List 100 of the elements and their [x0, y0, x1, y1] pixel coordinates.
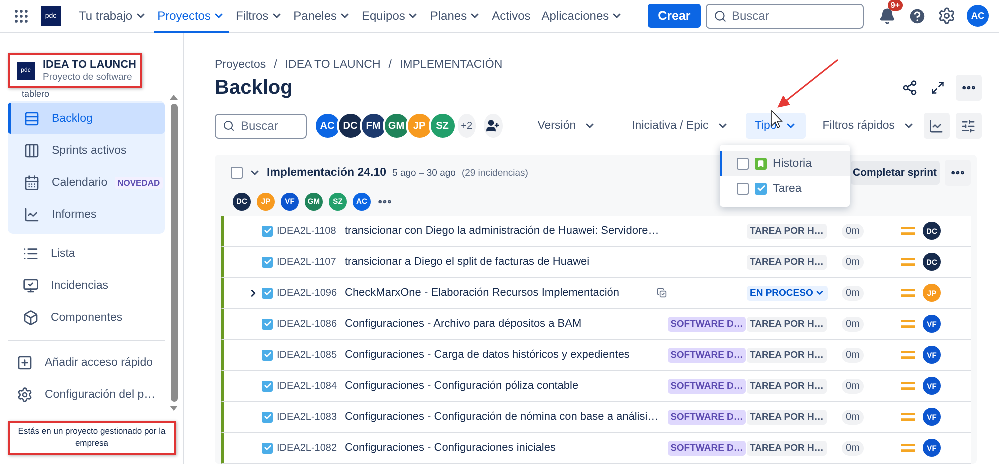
- issue-key[interactable]: IDEA2L-1096: [277, 288, 341, 298]
- status-lozenge[interactable]: TAREA POR H…: [747, 316, 827, 332]
- status-lozenge[interactable]: TAREA POR H…: [747, 440, 827, 456]
- estimate-badge: 0m: [842, 348, 864, 362]
- avatar-filter: DC: [338, 114, 363, 138]
- app-switcher-icon[interactable]: [13, 8, 30, 24]
- create-button[interactable]: Crear: [648, 4, 701, 28]
- avatar-filter: AC: [316, 114, 340, 138]
- issue-summary: Configuraciones - Configuración póliza contable: [345, 380, 580, 392]
- issue-key[interactable]: IDEA2L-1108: [277, 226, 341, 236]
- status-lozenge[interactable]: TAREA POR H…: [747, 224, 827, 238]
- line-chart-icon: [24, 206, 40, 222]
- search-icon: [223, 120, 235, 132]
- subtask-icon: [657, 287, 667, 299]
- nav-menu-item[interactable]: Equipos: [358, 0, 424, 32]
- nav-menu-item[interactable]: Aplicaciones: [538, 0, 628, 32]
- sidebar-item[interactable]: Sprints activos: [8, 135, 165, 166]
- calendar-icon: [24, 174, 40, 190]
- avatar-filter: SZ: [430, 114, 455, 138]
- issue-summary: Configuraciones - Configuración de nómina con base a análisi…: [345, 411, 657, 423]
- notifications-button[interactable]: 9+: [874, 3, 900, 29]
- filter-dropdown[interactable]: Iniciativa / Epic: [623, 113, 738, 139]
- nav-menu-item[interactable]: Filtros: [232, 0, 287, 32]
- nav-menu-item[interactable]: Planes: [426, 0, 486, 32]
- sidebar-item[interactable]: Backlog: [8, 103, 165, 134]
- more-button[interactable]: [956, 75, 982, 101]
- more-avatars-count[interactable]: +2: [458, 114, 476, 138]
- task-icon: [262, 350, 273, 360]
- sliders-icon: [961, 118, 976, 134]
- add-person-button[interactable]: [484, 114, 503, 138]
- status-lozenge[interactable]: TAREA POR H…: [747, 254, 827, 270]
- nav-menu-item[interactable]: Activos: [488, 0, 535, 32]
- filter-dropdown[interactable]: Versión: [528, 113, 606, 139]
- issue-key[interactable]: IDEA2L-1085: [277, 350, 341, 360]
- issue-key[interactable]: IDEA2L-1107: [277, 256, 341, 268]
- priority-medium-icon: [901, 413, 915, 421]
- breadcrumb-link[interactable]: IMPLEMENTACIÓN: [400, 59, 503, 71]
- avatar-filter: JP: [408, 114, 432, 138]
- sprint-more-button[interactable]: [945, 160, 971, 186]
- section-label: tablero: [21, 89, 51, 100]
- issue-key[interactable]: IDEA2L-1084: [277, 380, 341, 392]
- issue-key[interactable]: IDEA2L-1086: [277, 318, 341, 330]
- annotation-arrow: [778, 59, 838, 108]
- avatar-filter: FM: [362, 114, 386, 138]
- priority-medium-icon: [901, 351, 915, 359]
- estimate-badge: 0m: [842, 286, 864, 300]
- issue-key[interactable]: IDEA2L-1083: [277, 412, 341, 422]
- sidebar-item[interactable]: Configuración del p…: [8, 379, 165, 411]
- status-lozenge[interactable]: TAREA POR H…: [747, 378, 827, 394]
- breadcrumb-link[interactable]: Proyectos: [215, 59, 266, 71]
- scroll-down-icon[interactable]: [170, 406, 178, 411]
- sprint-checkbox[interactable]: [231, 167, 243, 179]
- scroll-up-icon[interactable]: [170, 95, 178, 100]
- status-lozenge[interactable]: TAREA POR H…: [747, 348, 827, 362]
- status-lozenge[interactable]: TAREA POR H…: [747, 410, 827, 424]
- sidebar-item[interactable]: Incidencias: [8, 270, 165, 302]
- filter-dropdown[interactable]: Tipo: [746, 113, 806, 139]
- sidebar-item[interactable]: Lista: [8, 238, 165, 270]
- label-tag: SOFTWARE D…: [668, 348, 746, 362]
- label-tag: SOFTWARE D…: [668, 316, 746, 332]
- task-icon: [262, 256, 273, 268]
- help-icon: [908, 6, 926, 26]
- scrollbar-thumb[interactable]: [170, 104, 178, 402]
- priority-medium-icon: [901, 258, 915, 266]
- view-settings-button[interactable]: [956, 113, 982, 139]
- sidebar-item[interactable]: Calendario NOVEDAD: [8, 167, 165, 198]
- chevron-down-icon: [815, 288, 826, 298]
- list-icon: [23, 246, 39, 262]
- task-icon: [262, 380, 273, 392]
- menu-option[interactable]: Historia: [720, 151, 850, 176]
- issue-key[interactable]: IDEA2L-1082: [277, 442, 341, 454]
- issue-count: (29 incidencias): [462, 168, 528, 178]
- nav-menu-item[interactable]: Proyectos: [154, 0, 229, 32]
- menu-option[interactable]: Tarea: [720, 176, 850, 201]
- issue-summary: transicionar a Diego el split de facturas de Huawei: [345, 256, 591, 268]
- breadcrumb-separator: /: [388, 59, 392, 71]
- priority-medium-icon: [901, 227, 915, 235]
- option-label: Historia: [773, 158, 812, 170]
- filter-dropdown[interactable]: Filtros rápidos: [814, 113, 924, 139]
- sprint-name: Implementación 24.10: [267, 167, 387, 179]
- estimate-badge: 0m: [842, 378, 864, 394]
- sprint-dates: 5 ago – 30 ago: [392, 168, 456, 178]
- sidebar-item[interactable]: Componentes: [8, 302, 165, 334]
- page-title: Backlog: [215, 76, 293, 100]
- nav-menu-item[interactable]: Tu trabajo: [75, 0, 151, 32]
- option-checkbox[interactable]: [737, 158, 749, 170]
- option-checkbox[interactable]: [737, 182, 749, 194]
- status-lozenge[interactable]: EN PROCESO: [747, 286, 828, 300]
- backlog-search-field[interactable]: Buscar: [215, 114, 307, 138]
- nav-menu-item[interactable]: Paneles: [290, 0, 355, 32]
- add-person-icon: [486, 119, 500, 133]
- label-tag: SOFTWARE D…: [668, 410, 746, 424]
- sidebar-item[interactable]: Añadir acceso rápido: [8, 347, 165, 379]
- user-avatar[interactable]: AC: [967, 5, 989, 27]
- breadcrumb-link[interactable]: IDEA TO LAUNCH: [285, 59, 381, 71]
- complete-sprint-button[interactable]: Completar sprint: [850, 161, 940, 185]
- breadcrumb-separator: /: [274, 59, 278, 71]
- insights-button[interactable]: [924, 113, 950, 139]
- search-field[interactable]: Buscar: [706, 4, 864, 28]
- sidebar-item[interactable]: Informes: [8, 199, 165, 230]
